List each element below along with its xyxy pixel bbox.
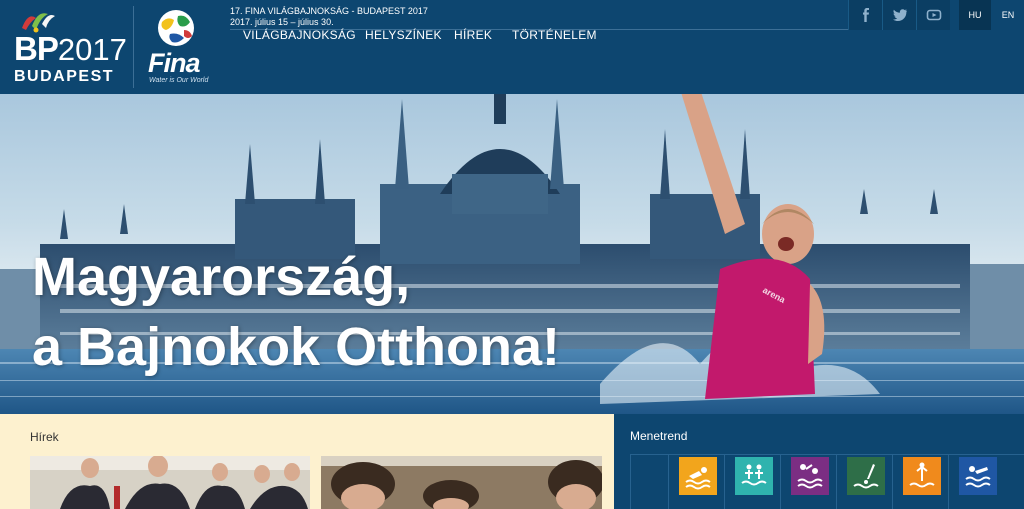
news-image-swimmers	[321, 456, 602, 509]
schedule-sport-cell	[892, 455, 948, 509]
youtube-icon	[926, 9, 941, 21]
news-card[interactable]	[30, 456, 310, 509]
fina-tagline: Water is Our World	[149, 77, 209, 84]
globe-icon	[158, 10, 194, 46]
twitter-icon	[892, 9, 907, 21]
open-water-icon	[965, 466, 991, 488]
sport-swimming[interactable]	[679, 457, 717, 495]
logo-city: BUDAPEST	[14, 68, 115, 85]
sport-synchronized-swimming[interactable]	[735, 457, 773, 495]
news-image-officials	[30, 456, 310, 509]
sport-high-diving[interactable]	[847, 457, 885, 495]
event-info: 17. FINA VILÁGBAJNOKSÁG - BUDAPEST 2017 …	[230, 6, 428, 28]
schedule-sport-cell	[780, 455, 836, 509]
language-en[interactable]: EN	[992, 0, 1024, 30]
event-title: 17. FINA VILÁGBAJNOKSÁG - BUDAPEST 2017	[230, 6, 428, 16]
sport-diving[interactable]	[903, 457, 941, 495]
schedule-sport-cell	[836, 455, 892, 509]
event-dates: 2017. július 15 – július 30.	[230, 17, 334, 27]
nav-item-hirek[interactable]: HÍREK	[454, 28, 492, 42]
nav-item-helyszinek[interactable]: HELYSZÍNEK	[365, 28, 442, 42]
facebook-icon	[862, 8, 869, 22]
hero-title-line1: Magyarország,	[32, 247, 411, 307]
news-heading: Hírek	[30, 430, 59, 444]
schedule-sport-cell	[668, 455, 724, 509]
hero-title-line2: a Bajnokok Otthona!	[32, 317, 561, 377]
fina-wordmark: Fina	[148, 48, 201, 78]
fina-logo[interactable]: Fina Water is Our World	[144, 8, 208, 86]
logo-mark-b: B	[14, 30, 38, 67]
nav-item-tortenelem[interactable]: TÖRTÉNELEM	[512, 28, 597, 42]
synchronized-swimming-icon	[741, 464, 767, 486]
schedule-label-cell	[630, 455, 668, 509]
logo-mark-p: P	[36, 30, 59, 67]
hero-title: Magyarország, a Bajnokok Otthona!	[32, 242, 560, 382]
nav-item-vilagbajnoksag[interactable]: VILÁGBAJNOKSÁG	[243, 28, 356, 42]
facebook-link[interactable]	[848, 0, 882, 30]
news-card[interactable]	[321, 456, 602, 509]
sport-open-water[interactable]	[959, 457, 997, 495]
schedule-sport-cell	[948, 455, 1004, 509]
news-section: Hírek	[0, 414, 614, 509]
diving-icon	[909, 462, 935, 488]
header-divider	[133, 6, 134, 88]
twitter-link[interactable]	[882, 0, 916, 30]
schedule-heading: Menetrend	[630, 429, 688, 443]
hero-banner: Magyarország, a Bajnokok Otthona! arena	[0, 94, 1024, 414]
logo-year: 2017	[57, 32, 127, 67]
schedule-section: Menetrend	[614, 414, 1024, 509]
sport-water-polo[interactable]	[791, 457, 829, 495]
high-diving-icon	[853, 464, 879, 489]
site-header: BP2017 BUDAPEST Fina Water is Our World …	[0, 0, 1024, 94]
swimming-icon	[685, 467, 711, 490]
schedule-sport-cell	[724, 455, 780, 509]
youtube-link[interactable]	[916, 0, 950, 30]
budapest-2017-logo[interactable]: BP2017 BUDAPEST	[12, 8, 127, 86]
language-hu[interactable]: HU	[959, 0, 991, 30]
schedule-grid	[630, 454, 1024, 509]
water-polo-icon	[797, 464, 823, 489]
